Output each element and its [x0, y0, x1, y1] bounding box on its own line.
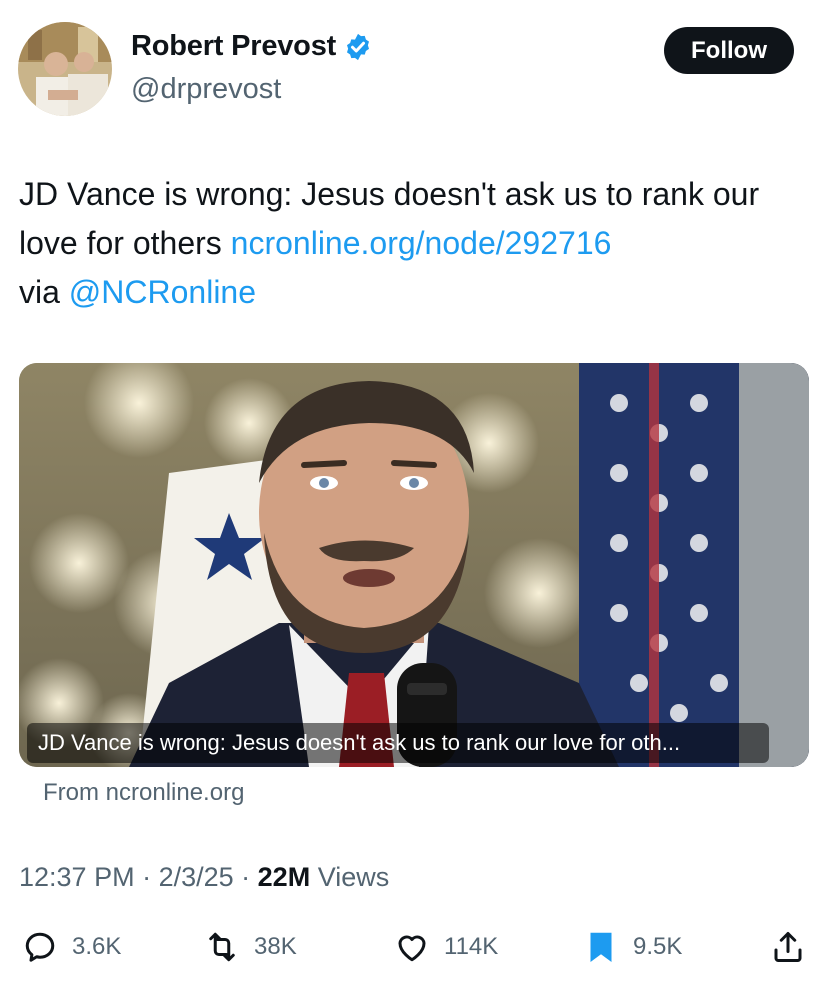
- reply-count: 3.6K: [72, 933, 122, 960]
- like-button[interactable]: 114K: [394, 925, 498, 969]
- bookmark-button[interactable]: 9.5K: [583, 925, 682, 969]
- tweet-meta: 12:37 PM · 2/3/25 · 22M Views: [19, 862, 390, 892]
- tweet-link[interactable]: ncronline.org/node/292716: [231, 225, 612, 261]
- tweet-via: via: [19, 274, 60, 310]
- views-label: Views: [317, 862, 390, 892]
- share-button[interactable]: [770, 925, 806, 969]
- tweet-text: JD Vance is wrong: Jesus doesn't ask us …: [19, 170, 809, 317]
- tweet-time[interactable]: 12:37 PM: [19, 862, 135, 892]
- action-bar: 3.6K 38K 114K 9.5K: [0, 925, 828, 969]
- man-speaking-photo: [19, 363, 809, 767]
- link-card[interactable]: [19, 363, 809, 767]
- repost-icon: [209, 932, 235, 962]
- avatar[interactable]: [18, 22, 112, 116]
- link-card-title[interactable]: JD Vance is wrong: Jesus doesn't ask us …: [27, 723, 769, 763]
- bookmark-icon: [590, 932, 612, 962]
- link-card-source[interactable]: From ncronline.org: [43, 779, 244, 807]
- mention-link[interactable]: @NCRonline: [69, 274, 256, 310]
- views-count: 22M: [257, 862, 311, 892]
- author-name-row[interactable]: Robert Prevost: [131, 30, 373, 63]
- author-name[interactable]: Robert Prevost: [131, 30, 336, 63]
- repost-button[interactable]: 38K: [204, 925, 297, 969]
- follow-button[interactable]: Follow: [664, 27, 794, 74]
- author-handle[interactable]: @drprevost: [131, 73, 281, 106]
- share-icon: [774, 932, 802, 962]
- repost-count: 38K: [254, 933, 297, 960]
- like-count: 114K: [444, 933, 499, 960]
- verified-badge-icon: [347, 33, 370, 60]
- bookmark-count: 9.5K: [633, 933, 683, 960]
- reply-icon: [25, 932, 55, 962]
- heart-icon: [398, 935, 426, 962]
- tweet-date[interactable]: 2/3/25: [159, 862, 234, 892]
- reply-button[interactable]: 3.6K: [22, 925, 121, 969]
- avatar-image: [18, 22, 112, 116]
